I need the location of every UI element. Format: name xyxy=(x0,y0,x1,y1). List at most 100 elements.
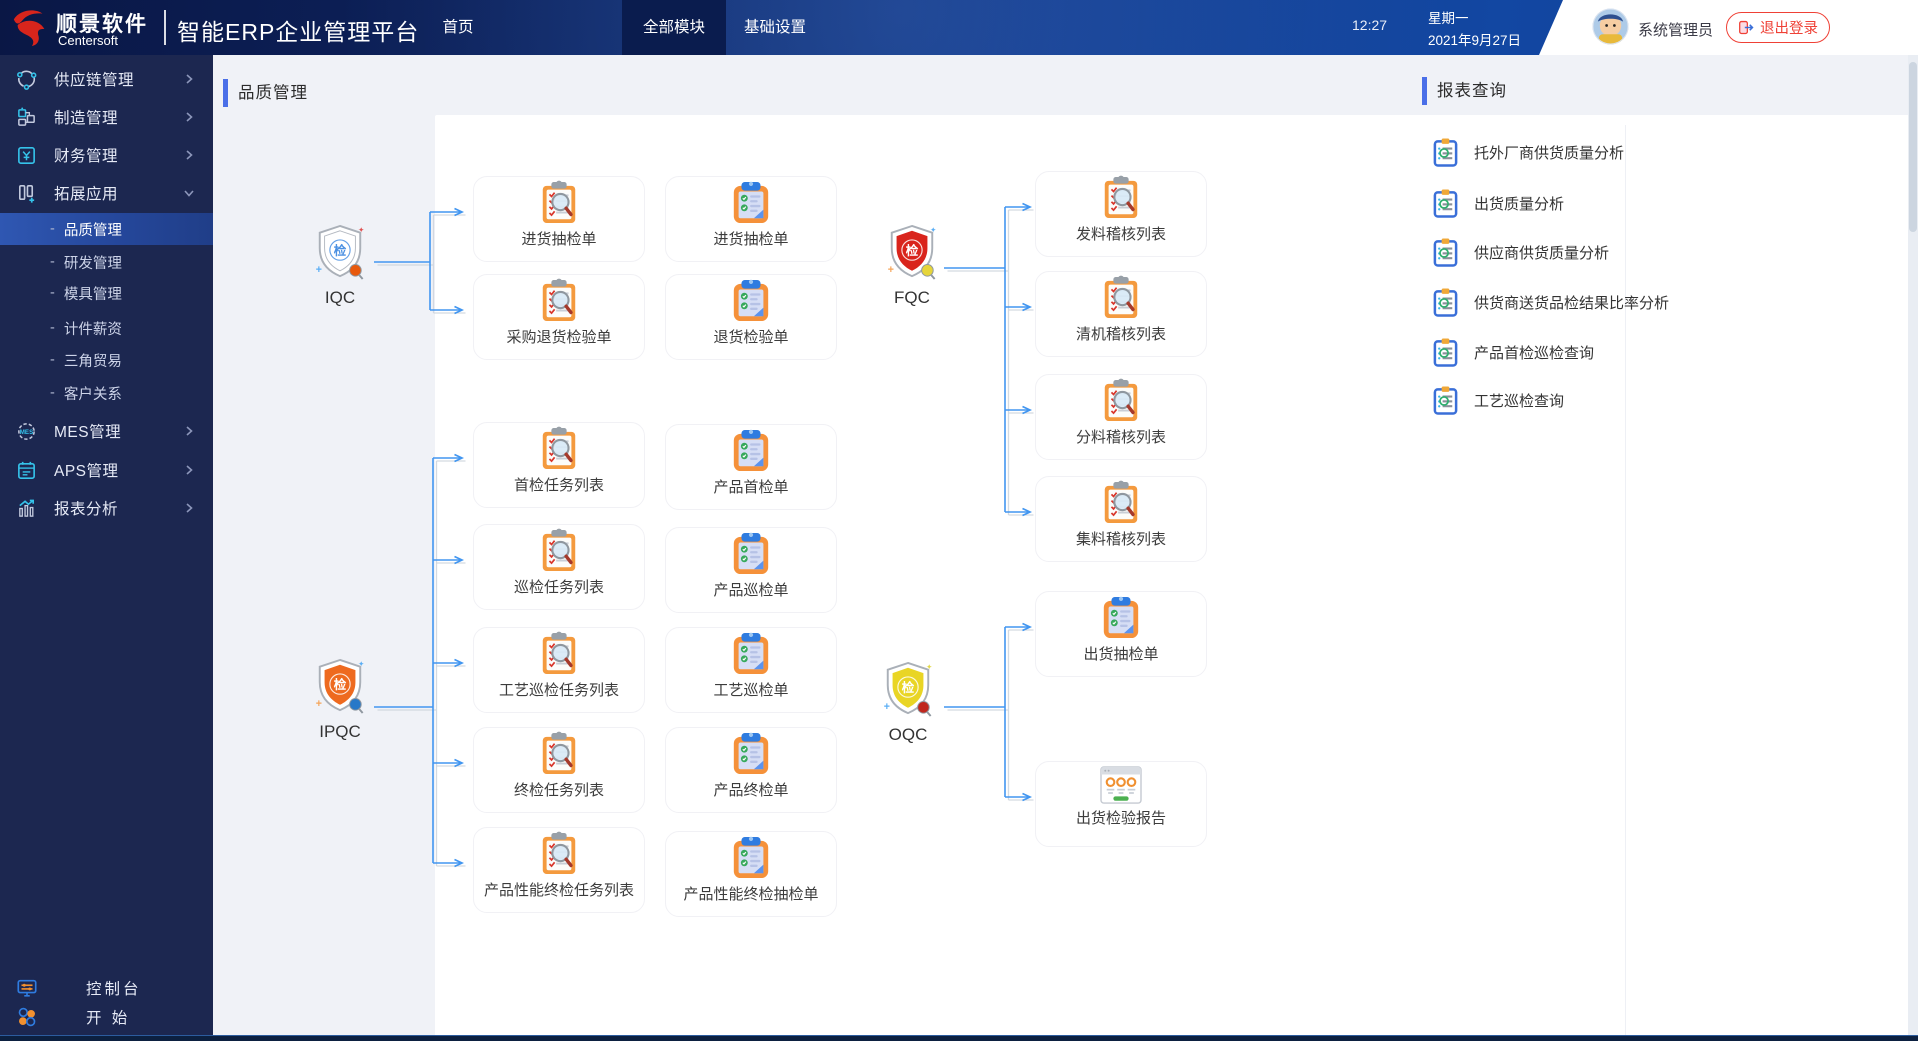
sidebar-item-label: APS管理 xyxy=(54,463,119,480)
sidebar-item-aps[interactable]: APS管理 xyxy=(0,451,213,489)
svg-text:✦: ✦ xyxy=(926,663,933,672)
flow-node-ipqc-t3[interactable]: 工艺巡检任务列表 xyxy=(473,627,645,713)
topbar: 顺景软件 Centersoft 智能ERP企业管理平台 首页 全部模块 基础设置 1… xyxy=(0,0,1918,55)
shield-iqc-icon: 检 ✦ + xyxy=(313,222,367,287)
report-query-icon xyxy=(1432,337,1459,368)
app-title: 智能ERP企业管理平台 xyxy=(177,19,420,45)
scrollbar-track[interactable] xyxy=(1908,55,1918,1041)
clipboard-form-icon xyxy=(730,835,772,881)
sidebar-footer-label: 控制台 xyxy=(86,981,142,998)
scrollbar-thumb[interactable] xyxy=(1909,62,1917,232)
flow-node-ipqc-f5[interactable]: 产品性能终检抽检单 xyxy=(665,831,837,917)
shield-fqc-icon: 检 ✦ + xyxy=(885,222,939,287)
sidebar-subitem-crm[interactable]: - 客户关系 xyxy=(0,377,213,409)
sidebar-subitem-piece-wage[interactable]: - 计件薪资 xyxy=(0,312,213,344)
flow-node-ipqc-t1[interactable]: 首检任务列表 xyxy=(473,422,645,508)
sidebar-item-manufacturing[interactable]: 制造管理 xyxy=(0,98,213,136)
flow-node-ipqc-t5[interactable]: 产品性能终检任务列表 xyxy=(473,827,645,913)
sidebar-item-extensions[interactable]: 拓展应用 xyxy=(0,174,213,212)
start-icon xyxy=(16,1006,46,1028)
page-title-accent-bar xyxy=(223,79,228,107)
report-item-label: 工艺巡检查询 xyxy=(1474,392,1565,410)
sidebar-subitem-label: 品质管理 xyxy=(63,222,122,239)
flow-node-ipqc-t4[interactable]: 终检任务列表 xyxy=(473,727,645,813)
flow-node-iqc-t2[interactable]: 采购退货检验单 xyxy=(473,274,645,360)
svg-text:✦: ✦ xyxy=(930,226,937,235)
username-text: 系统管理员 xyxy=(1638,22,1714,39)
flow-node-label: 产品终检单 xyxy=(713,782,789,799)
sidebar-subitem-mold[interactable]: - 模具管理 xyxy=(0,277,213,309)
svg-text:✦: ✦ xyxy=(358,226,365,235)
flow-node-iqc-t1[interactable]: 进货抽检单 xyxy=(473,176,645,262)
svg-text:MES: MES xyxy=(20,428,33,435)
logo-icon xyxy=(10,6,52,53)
report-item-4[interactable]: 产品首检巡检查询 xyxy=(1432,328,1892,376)
topbar-tab-2[interactable]: 基础设置 xyxy=(723,0,827,55)
flow-node-label: 清机稽核列表 xyxy=(1075,326,1166,343)
clipboard-search-icon xyxy=(538,631,580,677)
sidebar-subitem-triangle-trade[interactable]: - 三角贸易 xyxy=(0,344,213,376)
flow-node-ipqc-f4[interactable]: 产品终检单 xyxy=(665,727,837,813)
report-window-icon xyxy=(1099,765,1143,805)
flow-node-label: 产品性能终检任务列表 xyxy=(483,882,634,899)
flow-node-label: 集料稽核列表 xyxy=(1075,531,1166,548)
topbar-tab-1[interactable]: 全部模块 xyxy=(622,0,726,55)
report-item-2[interactable]: 供应商供货质量分析 xyxy=(1432,228,1892,276)
report-item-5[interactable]: 工艺巡检查询 xyxy=(1432,376,1892,424)
sidebar-subitem-rd[interactable]: - 研发管理 xyxy=(0,246,213,278)
sidebar-footer-start[interactable]: 开 始 xyxy=(0,1000,213,1034)
sidebar-item-supply-chain[interactable]: 供应链管理 xyxy=(0,60,213,98)
sidebar-subitem-label: 研发管理 xyxy=(63,255,122,272)
flow-node-fqc-t1[interactable]: 发料稽核列表 xyxy=(1035,171,1207,257)
svg-text:+: + xyxy=(316,264,322,276)
flow-node-label: 进货抽检单 xyxy=(521,231,597,248)
flow-node-label: 退货检验单 xyxy=(713,329,789,346)
shield-ipqc-icon: 检 ✦ + xyxy=(313,656,367,721)
flow-node-oqc-r1[interactable]: 出货检验报告 xyxy=(1035,761,1207,847)
bottom-bar xyxy=(0,1035,1918,1041)
report-item-0[interactable]: 托外厂商供货质量分析 xyxy=(1432,128,1892,176)
flow-node-ipqc-t2[interactable]: 巡检任务列表 xyxy=(473,524,645,610)
flow-shield-label: IQC xyxy=(324,288,356,307)
clipboard-form-icon xyxy=(730,180,772,226)
flow-node-fqc-t2[interactable]: 清机稽核列表 xyxy=(1035,271,1207,357)
report-item-3[interactable]: 供货商送货品检结果比率分析 xyxy=(1432,278,1892,326)
flow-node-iqc-f1[interactable]: 进货抽检单 xyxy=(665,176,837,262)
aps-icon xyxy=(16,460,46,481)
flow-shield-oqc: 检 ✦ + OQC xyxy=(843,659,973,745)
report-analysis-icon xyxy=(16,498,46,519)
logout-button[interactable]: 退出登录 xyxy=(1726,12,1830,43)
sidebar-subitem-quality[interactable]: - 品质管理 xyxy=(0,213,213,245)
flow-node-iqc-f2[interactable]: 退货检验单 xyxy=(665,274,837,360)
svg-text:检: 检 xyxy=(906,243,919,258)
clipboard-search-icon xyxy=(1100,378,1142,424)
flow-node-label: 发料稽核列表 xyxy=(1075,226,1166,243)
logout-label: 退出登录 xyxy=(1760,21,1818,37)
svg-text:检: 检 xyxy=(902,680,915,695)
report-query-icon xyxy=(1432,385,1459,416)
topbar-tab-0[interactable]: 首页 xyxy=(406,0,510,55)
sidebar-item-finance[interactable]: 财务管理 xyxy=(0,136,213,174)
sidebar-item-label: MES管理 xyxy=(54,424,122,441)
svg-text:+: + xyxy=(316,698,322,710)
flow-node-ipqc-f3[interactable]: 工艺巡检单 xyxy=(665,627,837,713)
flow-node-fqc-t3[interactable]: 分料稽核列表 xyxy=(1035,374,1207,460)
flow-node-fqc-t4[interactable]: 集料稽核列表 xyxy=(1035,476,1207,562)
flow-node-oqc-f1[interactable]: 出货抽检单 xyxy=(1035,591,1207,677)
flow-node-ipqc-f2[interactable]: 产品巡检单 xyxy=(665,527,837,613)
flow-node-ipqc-f1[interactable]: 产品首检单 xyxy=(665,424,837,510)
weekday-text: 星期一 xyxy=(1428,11,1469,26)
report-item-label: 托外厂商供货质量分析 xyxy=(1474,144,1625,162)
avatar[interactable] xyxy=(1592,8,1629,50)
sidebar-item-mes[interactable]: MES MES管理 xyxy=(0,412,213,450)
chevron-down-icon xyxy=(183,187,195,199)
report-query-icon xyxy=(1432,188,1459,219)
flow-shield-label: FQC xyxy=(894,288,930,307)
date-text: 2021年9月27日 xyxy=(1428,33,1522,48)
sidebar-item-report-analysis[interactable]: 报表分析 xyxy=(0,489,213,527)
chevron-right-icon xyxy=(183,111,195,123)
sidebar-item-label: 拓展应用 xyxy=(54,186,119,203)
clipboard-form-icon xyxy=(730,278,772,324)
sidebar-footer-label: 开 始 xyxy=(86,1010,131,1027)
report-item-1[interactable]: 出货质量分析 xyxy=(1432,179,1892,227)
